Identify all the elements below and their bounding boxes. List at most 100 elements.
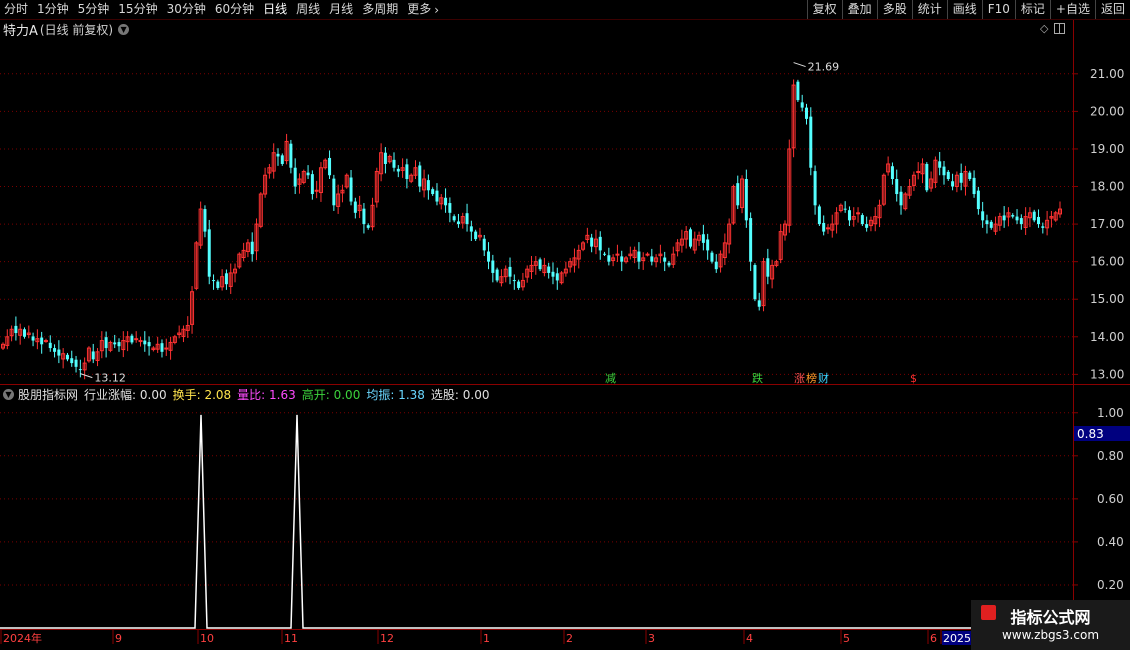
candle-body <box>620 256 624 262</box>
candle-body <box>1019 218 1023 225</box>
candle-body <box>482 238 486 251</box>
candle-body <box>212 280 216 282</box>
candle-body <box>65 354 69 360</box>
x-axis-label: 11 <box>284 632 298 645</box>
candle-body <box>813 171 817 206</box>
candle-body <box>448 203 452 213</box>
x-axis-label: 12 <box>380 632 394 645</box>
candle-body <box>796 81 800 101</box>
candle-body <box>426 180 430 191</box>
candle-body <box>959 172 963 183</box>
candle-body <box>1011 215 1015 217</box>
candle-body <box>946 171 950 180</box>
candle-body <box>925 163 929 191</box>
price-panel-icons: ◇ <box>1040 22 1066 35</box>
indicator-value-3: 高开: 0.00 <box>301 387 361 402</box>
candle-body <box>104 337 108 349</box>
x-axis-label: 3 <box>648 632 655 645</box>
candle-body <box>310 174 314 195</box>
candle-body <box>328 157 332 176</box>
candle-body <box>1002 215 1006 221</box>
chevron-down-icon[interactable]: ▼ <box>118 23 130 35</box>
candle-body <box>843 208 847 210</box>
candle-body <box>91 351 95 360</box>
candle-body <box>753 265 757 300</box>
event-marker: 涨 <box>794 372 805 385</box>
x-axis-label: 2 <box>566 632 573 645</box>
candle-body <box>164 347 169 350</box>
candle-body <box>203 209 207 232</box>
indicator-values: 行业涨幅: 0.00 换手: 2.08 量比: 1.63 高开: 0.00 均振: 1.… <box>78 386 489 403</box>
price-tick-label: 13.00 <box>1090 367 1124 381</box>
price-tick-label: 14.00 <box>1090 330 1124 344</box>
high-pointer <box>793 62 806 68</box>
candle-body <box>508 266 512 277</box>
panel-toggle-icon[interactable] <box>1054 23 1066 34</box>
candle-body <box>951 181 955 187</box>
candle-body <box>130 335 134 343</box>
candle-body <box>749 218 753 262</box>
candle-body <box>856 212 861 215</box>
watermark: 指标公式网 www.zbgs3.com <box>971 600 1130 650</box>
candle-body <box>865 224 869 228</box>
event-marker: 减 <box>605 372 616 385</box>
stock-header: 特力A (日线 前复权) ▼ <box>3 21 130 39</box>
indicator-header: ▼ 股朋指标网 行业涨幅: 0.00 换手: 2.08 量比: 1.63 高开: 0.… <box>3 386 489 402</box>
x-axis-label: 2025 <box>943 632 971 645</box>
candle-body <box>968 172 972 180</box>
indicator-value-2: 量比: 1.63 <box>237 387 296 402</box>
candle-body <box>53 348 57 352</box>
price-tick-label: 20.00 <box>1090 104 1124 118</box>
candle-body <box>688 229 692 247</box>
candle-body <box>452 216 456 221</box>
candle-body <box>714 261 718 270</box>
candle-body <box>74 359 78 367</box>
candle-body <box>40 337 44 345</box>
candle-body <box>800 102 804 108</box>
candle-body <box>615 253 620 256</box>
indicator-value-5: 选股: 0.00 <box>430 387 490 402</box>
candle-body <box>465 213 469 225</box>
candle-body <box>418 165 422 187</box>
candle-body <box>512 280 516 282</box>
candle-body <box>138 340 143 343</box>
candle-body <box>598 236 602 251</box>
stock-mode: (日线 前复权) <box>39 22 114 37</box>
indicator-tick-label: 1.00 <box>1097 406 1124 420</box>
candle-body <box>847 210 851 221</box>
candle-body <box>637 251 641 262</box>
candle-body <box>362 208 366 225</box>
candle-body <box>366 225 370 228</box>
indicator-line <box>0 414 1073 629</box>
candle-body <box>216 281 220 288</box>
indicator-name: 股朋指标网 <box>18 387 79 402</box>
candle-body <box>143 340 147 345</box>
candle-body <box>972 177 976 195</box>
low-price-label: 13.12 <box>94 372 126 385</box>
candle-body <box>456 221 460 225</box>
candle-body <box>645 253 650 256</box>
candle-body <box>757 300 761 307</box>
diamond-icon[interactable]: ◇ <box>1040 22 1048 35</box>
price-tick-label: 15.00 <box>1090 292 1124 306</box>
chevron-down-icon[interactable]: ▼ <box>3 388 14 400</box>
candle-body <box>607 255 611 262</box>
candle-body <box>590 237 594 247</box>
x-axis-label: 4 <box>746 632 753 645</box>
candle-body <box>989 221 993 228</box>
candle-body <box>895 179 899 195</box>
candle-body <box>804 107 808 119</box>
high-price-label: 21.69 <box>808 61 840 74</box>
candle-body <box>555 273 559 281</box>
indicator-value-1: 换手: 2.08 <box>172 387 232 402</box>
x-axis-label: 9 <box>115 632 122 645</box>
candle-body <box>117 342 121 347</box>
candle-body <box>276 153 280 157</box>
x-axis-label: 1 <box>483 632 490 645</box>
event-marker: $ <box>910 372 917 385</box>
x-axis-label: 6 <box>930 632 937 645</box>
x-axis-label: 5 <box>843 632 850 645</box>
candle-body <box>22 329 26 337</box>
candle-body <box>444 197 448 206</box>
candle-body <box>825 227 830 230</box>
